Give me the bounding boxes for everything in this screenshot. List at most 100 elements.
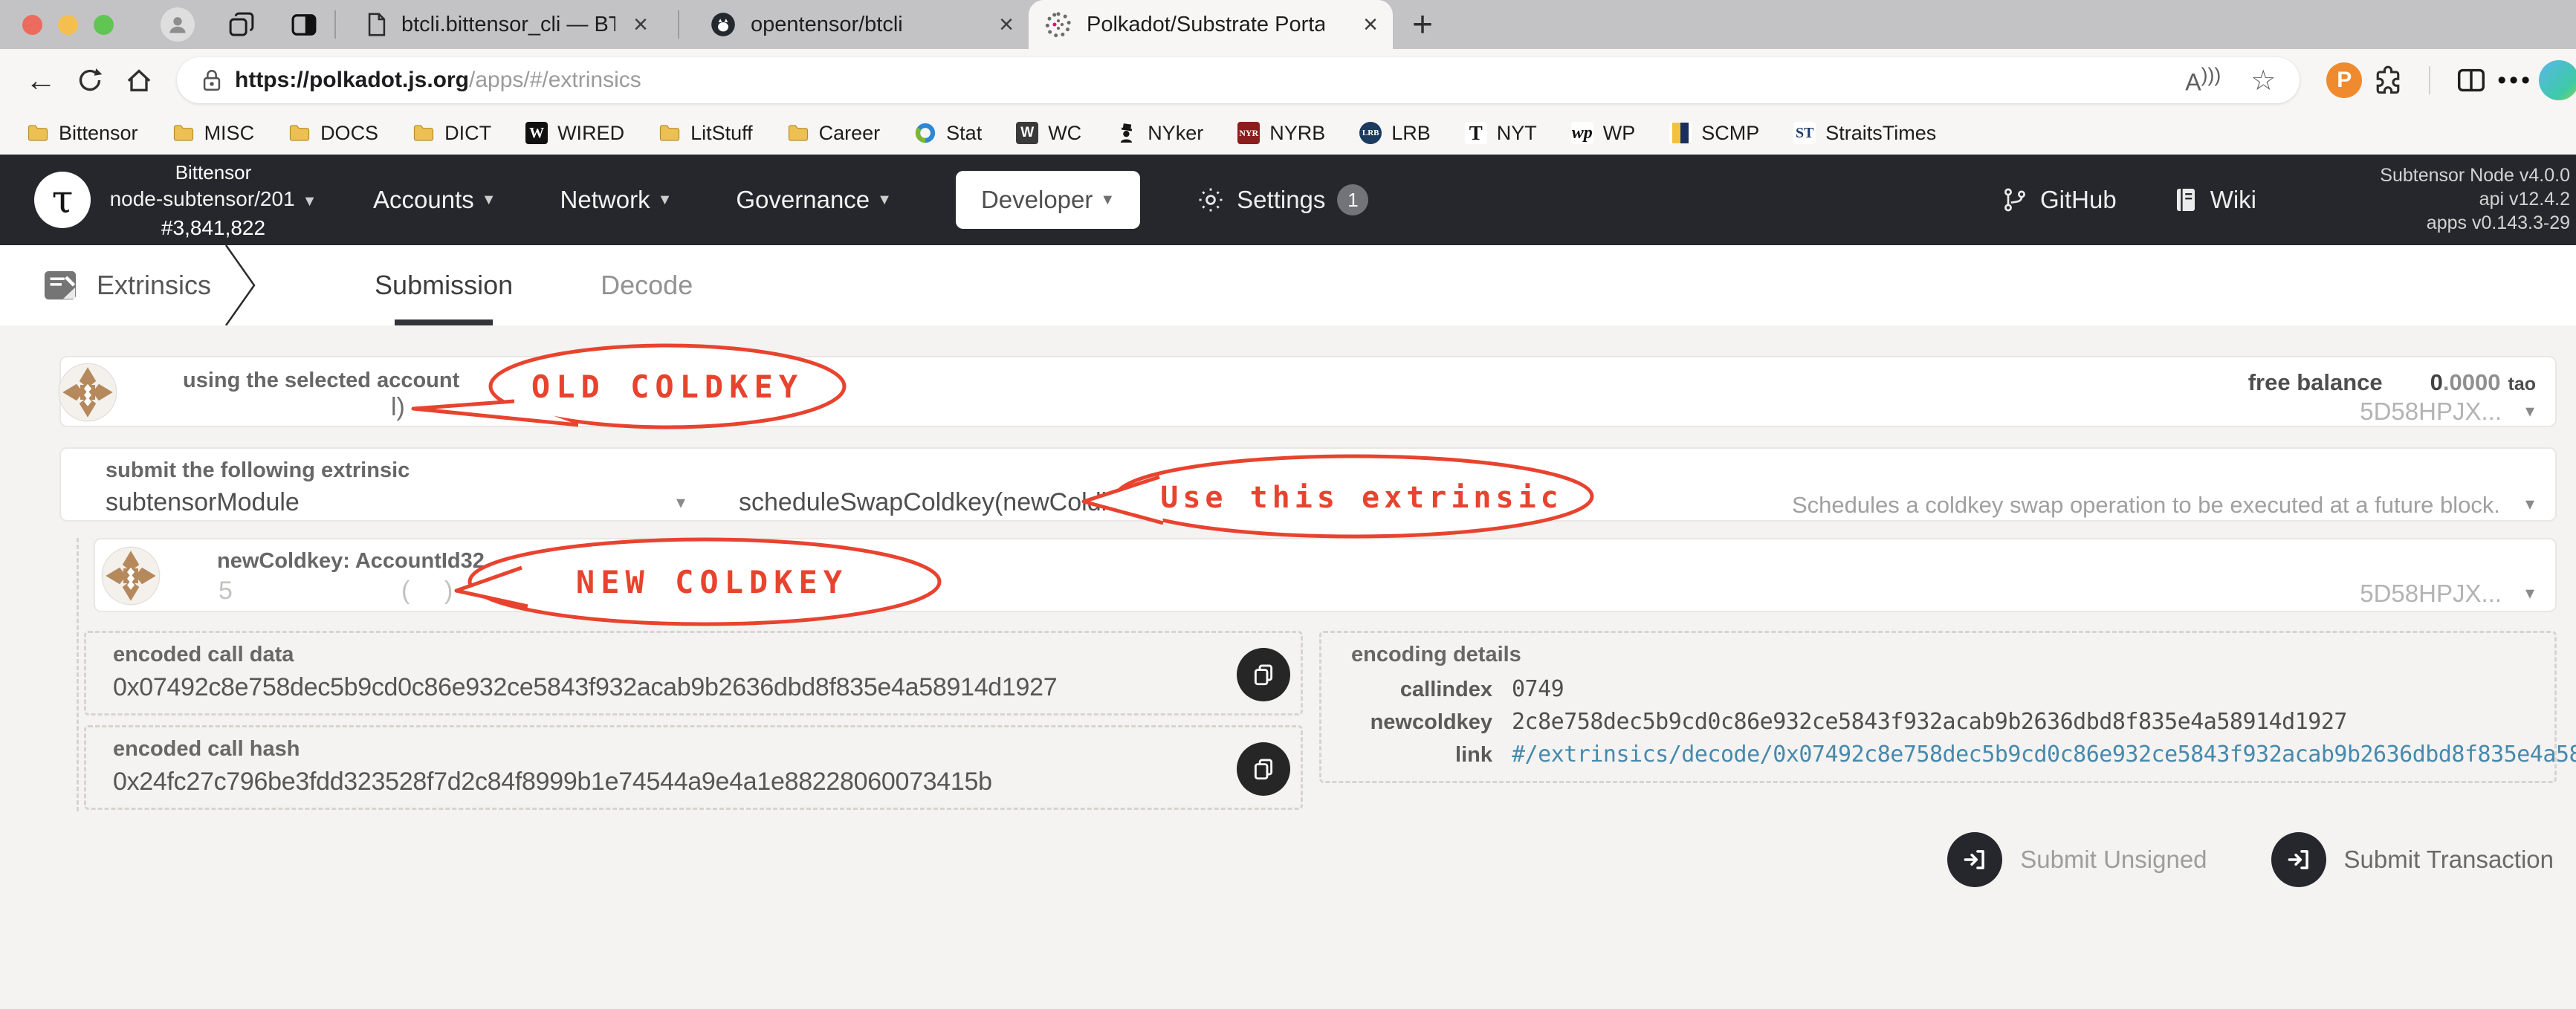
- sidebar-toggle-icon[interactable]: [288, 9, 320, 40]
- bookmark-lrb[interactable]: LRB LRB: [1359, 122, 1431, 145]
- encoded-call-hash-label: encoded call hash: [113, 737, 300, 761]
- wired-icon: W: [525, 122, 548, 144]
- favorite-star-icon[interactable]: ☆: [2250, 64, 2276, 97]
- chevron-down-icon: ▼: [302, 192, 317, 210]
- module-dropdown-caret[interactable]: ▾: [676, 492, 685, 513]
- url-text[interactable]: https://polkadot.js.org/apps/#/extrinsic…: [235, 68, 641, 93]
- bookmark-wp[interactable]: wp WP: [1570, 122, 1635, 145]
- newcoldkey-dropdown-caret[interactable]: ▾: [2525, 583, 2534, 604]
- newcoldkey-identicon[interactable]: [101, 546, 161, 606]
- account-identicon[interactable]: [58, 363, 117, 422]
- bookmark-wc[interactable]: W WC: [1016, 122, 1081, 145]
- settings-badge: 1: [1337, 184, 1369, 215]
- new-yorker-icon: [1116, 122, 1138, 144]
- more-menu-icon[interactable]: •••: [2497, 66, 2533, 95]
- encoding-details-box: encoding details callindex 0749 newcoldk…: [1319, 631, 2576, 783]
- bookmark-bittensor[interactable]: Bittensor: [27, 122, 138, 145]
- folder-icon: [787, 122, 809, 144]
- scmp-icon: [1669, 122, 1692, 144]
- decode-link[interactable]: #/extrinsics/decode/0x07492c8e758dec5b9c…: [1512, 742, 2576, 768]
- submit-buttons: Submit Unsigned Submit Transaction: [1947, 832, 2554, 887]
- account-address-short[interactable]: 5D58HPJX...: [2360, 398, 2502, 426]
- window-minimize-button[interactable]: [58, 14, 78, 35]
- toolbar-divider: [2429, 66, 2431, 94]
- polkadot-extension-icon[interactable]: P: [2326, 62, 2363, 98]
- bookmark-wired[interactable]: W WIRED: [525, 122, 624, 145]
- bookmark-scmp[interactable]: SCMP: [1669, 122, 1759, 145]
- bookmark-litstuff[interactable]: LitStuff: [658, 122, 753, 145]
- copilot-icon[interactable]: [2539, 60, 2576, 100]
- menu-accounts[interactable]: Accounts ▼: [373, 186, 496, 214]
- gear-icon: [1199, 188, 1223, 212]
- submit-unsigned-button[interactable]: Submit Unsigned: [1947, 832, 2207, 887]
- account-dropdown-caret[interactable]: ▾: [2525, 400, 2534, 422]
- folder-icon: [288, 122, 311, 144]
- node-version: Subtensor Node v4.0.0: [2380, 165, 2570, 186]
- bookmark-misc[interactable]: MISC: [172, 122, 254, 145]
- stat-icon: [914, 122, 936, 144]
- chevron-down-icon: ▼: [877, 191, 892, 208]
- newcoldkey-label: newColdkey: AccountId32: [217, 549, 485, 573]
- bittensor-logo[interactable]: τ: [34, 172, 91, 228]
- menu-settings[interactable]: Settings 1: [1197, 184, 1369, 215]
- method-dropdown-caret[interactable]: ▾: [2525, 493, 2534, 515]
- profile-icon[interactable]: [161, 7, 195, 42]
- browser-tab-polkadot-portal[interactable]: Polkadot/Substrate Portal ×: [1029, 0, 1393, 49]
- browser-tab-github-btcli[interactable]: opentensor/btcli ×: [694, 0, 1029, 49]
- sign-in-icon: [2271, 832, 2326, 887]
- back-button[interactable]: ←: [19, 62, 62, 98]
- extrinsic-row: submit the following extrinsic subtensor…: [59, 447, 2557, 522]
- nyrb-icon: NYR: [1237, 122, 1261, 144]
- bookmark-straitstimes[interactable]: ST StraitsTimes: [1793, 122, 1936, 145]
- home-button[interactable]: [117, 65, 161, 95]
- extensions-puzzle-icon[interactable]: [2368, 64, 2408, 97]
- newcoldkey-address-short[interactable]: 5D58HPJX...: [2360, 580, 2502, 608]
- new-tab-button[interactable]: +: [1412, 4, 1433, 45]
- window-close-button[interactable]: [22, 14, 42, 35]
- tab-groups-icon[interactable]: [226, 9, 257, 40]
- copy-call-hash-button[interactable]: [1237, 742, 1290, 796]
- bookmark-docs[interactable]: DOCS: [288, 122, 378, 145]
- header-links: GitHub Wiki: [2001, 186, 2256, 214]
- copy-call-data-button[interactable]: [1237, 648, 1290, 701]
- tab-submission[interactable]: Submission: [375, 245, 513, 325]
- url-bar[interactable]: https://polkadot.js.org/apps/#/extrinsic…: [177, 57, 2300, 103]
- bookmark-nyker[interactable]: NYker: [1116, 122, 1203, 145]
- menu-governance[interactable]: Governance ▼: [736, 186, 892, 214]
- folder-icon: [658, 122, 681, 144]
- encoded-call-data-label: encoded call data: [113, 643, 294, 666]
- bookmarks-bar: Bittensor MISC DOCS DICT W WIRED LitStuff…: [0, 111, 2576, 155]
- encoded-call-hash-value: 0x24fc27c796be3fdd323528f7d2c84f8999b1e7…: [113, 768, 992, 796]
- window-zoom-button[interactable]: [94, 14, 114, 35]
- tab-close-icon[interactable]: ×: [1345, 10, 1378, 39]
- wiki-link[interactable]: Wiki: [2173, 186, 2256, 214]
- github-link[interactable]: GitHub: [2001, 186, 2117, 214]
- split-screen-icon[interactable]: [2451, 63, 2491, 97]
- method-select[interactable]: scheduleSwapColdkey(newColdkey): [739, 488, 1149, 517]
- menu-developer[interactable]: Developer ▼: [955, 171, 1141, 229]
- chevron-down-icon: ▼: [1100, 191, 1116, 208]
- menu-network[interactable]: Network ▼: [560, 186, 673, 214]
- browser-tab-btcli-docs[interactable]: btcli.bittensor_cli — BTCLI Docs ×: [351, 0, 663, 49]
- submit-transaction-button[interactable]: Submit Transaction: [2271, 832, 2554, 887]
- bookmark-stat[interactable]: Stat: [914, 122, 982, 145]
- tab-divider: [334, 10, 336, 39]
- bookmark-career[interactable]: Career: [787, 122, 880, 145]
- account-redacted-value[interactable]: l): [391, 393, 405, 422]
- module-select[interactable]: subtensorModule: [106, 488, 300, 517]
- version-info: Subtensor Node v4.0.0 api v12.4.2 apps v…: [2380, 163, 2570, 235]
- tab-title: btcli.bittensor_cli — BTCLI Docs: [401, 12, 616, 36]
- bookmark-dict[interactable]: DICT: [412, 122, 491, 145]
- copy-icon: [1254, 664, 1273, 686]
- bookmark-nyrb[interactable]: NYR NYRB: [1237, 122, 1325, 145]
- read-aloud-icon[interactable]: A))): [2185, 64, 2221, 97]
- account-row: using the selected account l) free balan…: [58, 356, 2557, 427]
- param-indent-guide: [77, 538, 79, 811]
- tab-close-icon[interactable]: ×: [981, 10, 1014, 39]
- chain-info[interactable]: Bittensor node-subtensor/201 ▼ #3,841,822: [106, 159, 321, 241]
- tab-close-icon[interactable]: ×: [615, 10, 648, 39]
- bookmark-nyt[interactable]: T NYT: [1464, 122, 1537, 145]
- app-header: τ Bittensor node-subtensor/201 ▼ #3,841,8…: [0, 155, 2576, 245]
- tab-decode[interactable]: Decode: [601, 245, 693, 325]
- reload-button[interactable]: [68, 65, 111, 95]
